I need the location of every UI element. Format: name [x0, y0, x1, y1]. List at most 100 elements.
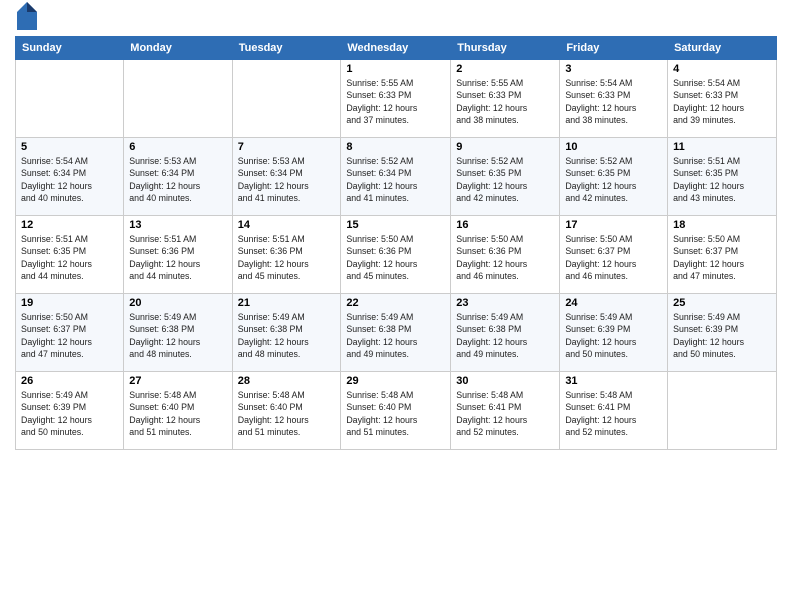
day-info: Sunrise: 5:52 AM Sunset: 6:35 PM Dayligh… — [565, 155, 662, 204]
day-number: 31 — [565, 375, 662, 387]
day-info: Sunrise: 5:55 AM Sunset: 6:33 PM Dayligh… — [346, 77, 445, 126]
calendar-header-thursday: Thursday — [451, 37, 560, 60]
day-number: 6 — [129, 141, 226, 153]
day-info: Sunrise: 5:48 AM Sunset: 6:40 PM Dayligh… — [129, 389, 226, 438]
day-number: 21 — [238, 297, 336, 309]
calendar-cell — [124, 60, 232, 138]
calendar-week-1: 1 Sunrise: 5:55 AM Sunset: 6:33 PM Daylig… — [16, 60, 777, 138]
calendar-cell: 30 Sunrise: 5:48 AM Sunset: 6:41 PM Dayli… — [451, 372, 560, 450]
calendar-cell: 24 Sunrise: 5:49 AM Sunset: 6:39 PM Dayli… — [560, 294, 668, 372]
logo-icon — [17, 2, 37, 30]
calendar-cell: 17 Sunrise: 5:50 AM Sunset: 6:37 PM Dayli… — [560, 216, 668, 294]
day-info: Sunrise: 5:51 AM Sunset: 6:35 PM Dayligh… — [21, 233, 118, 282]
calendar-cell: 1 Sunrise: 5:55 AM Sunset: 6:33 PM Daylig… — [341, 60, 451, 138]
day-info: Sunrise: 5:48 AM Sunset: 6:41 PM Dayligh… — [456, 389, 554, 438]
logo — [15, 10, 37, 30]
day-info: Sunrise: 5:55 AM Sunset: 6:33 PM Dayligh… — [456, 77, 554, 126]
calendar-cell: 5Sunrise: 5:54 AM Sunset: 6:34 PM Daylig… — [16, 138, 124, 216]
day-info: Sunrise: 5:52 AM Sunset: 6:34 PM Dayligh… — [346, 155, 445, 204]
calendar-cell: 29 Sunrise: 5:48 AM Sunset: 6:40 PM Dayli… — [341, 372, 451, 450]
calendar-header-wednesday: Wednesday — [341, 37, 451, 60]
calendar-week-2: 5Sunrise: 5:54 AM Sunset: 6:34 PM Daylig… — [16, 138, 777, 216]
calendar-cell: 14 Sunrise: 5:51 AM Sunset: 6:36 PM Dayli… — [232, 216, 341, 294]
calendar-cell: 9 Sunrise: 5:52 AM Sunset: 6:35 PM Daylig… — [451, 138, 560, 216]
day-number: 19 — [21, 297, 118, 309]
calendar-cell: 25 Sunrise: 5:49 AM Sunset: 6:39 PM Dayli… — [668, 294, 777, 372]
day-number: 23 — [456, 297, 554, 309]
day-number: 30 — [456, 375, 554, 387]
day-number: 11 — [673, 141, 771, 153]
day-info: Sunrise: 5:50 AM Sunset: 6:37 PM Dayligh… — [673, 233, 771, 282]
day-number: 24 — [565, 297, 662, 309]
day-info: Sunrise: 5:54 AM Sunset: 6:34 PM Dayligh… — [21, 155, 118, 204]
day-info: Sunrise: 5:49 AM Sunset: 6:38 PM Dayligh… — [456, 311, 554, 360]
day-number: 9 — [456, 141, 554, 153]
calendar-header-row: SundayMondayTuesdayWednesdayThursdayFrid… — [16, 37, 777, 60]
calendar-cell: 31Sunrise: 5:48 AM Sunset: 6:41 PM Dayli… — [560, 372, 668, 450]
day-info: Sunrise: 5:49 AM Sunset: 6:39 PM Dayligh… — [673, 311, 771, 360]
day-number: 16 — [456, 219, 554, 231]
day-number: 18 — [673, 219, 771, 231]
day-info: Sunrise: 5:49 AM Sunset: 6:38 PM Dayligh… — [346, 311, 445, 360]
day-number: 15 — [346, 219, 445, 231]
day-number: 17 — [565, 219, 662, 231]
header — [15, 10, 777, 30]
day-number: 26 — [21, 375, 118, 387]
day-number: 20 — [129, 297, 226, 309]
day-info: Sunrise: 5:50 AM Sunset: 6:36 PM Dayligh… — [346, 233, 445, 282]
day-info: Sunrise: 5:51 AM Sunset: 6:36 PM Dayligh… — [238, 233, 336, 282]
calendar-cell: 13Sunrise: 5:51 AM Sunset: 6:36 PM Dayli… — [124, 216, 232, 294]
day-info: Sunrise: 5:53 AM Sunset: 6:34 PM Dayligh… — [129, 155, 226, 204]
calendar-header-tuesday: Tuesday — [232, 37, 341, 60]
day-number: 1 — [346, 63, 445, 75]
calendar-cell: 16 Sunrise: 5:50 AM Sunset: 6:36 PM Dayli… — [451, 216, 560, 294]
calendar-cell: 6 Sunrise: 5:53 AM Sunset: 6:34 PM Daylig… — [124, 138, 232, 216]
day-number: 27 — [129, 375, 226, 387]
day-info: Sunrise: 5:50 AM Sunset: 6:36 PM Dayligh… — [456, 233, 554, 282]
day-info: Sunrise: 5:48 AM Sunset: 6:40 PM Dayligh… — [238, 389, 336, 438]
page: SundayMondayTuesdayWednesdayThursdayFrid… — [0, 0, 792, 612]
calendar-cell: 22 Sunrise: 5:49 AM Sunset: 6:38 PM Dayli… — [341, 294, 451, 372]
calendar-header-sunday: Sunday — [16, 37, 124, 60]
calendar-cell: 11 Sunrise: 5:51 AM Sunset: 6:35 PM Dayli… — [668, 138, 777, 216]
day-number: 3 — [565, 63, 662, 75]
day-info: Sunrise: 5:49 AM Sunset: 6:39 PM Dayligh… — [21, 389, 118, 438]
calendar-cell: 27 Sunrise: 5:48 AM Sunset: 6:40 PM Dayli… — [124, 372, 232, 450]
calendar-cell: 10 Sunrise: 5:52 AM Sunset: 6:35 PM Dayli… — [560, 138, 668, 216]
day-number: 2 — [456, 63, 554, 75]
day-number: 7 — [238, 141, 336, 153]
calendar-header-friday: Friday — [560, 37, 668, 60]
day-info: Sunrise: 5:50 AM Sunset: 6:37 PM Dayligh… — [565, 233, 662, 282]
day-info: Sunrise: 5:48 AM Sunset: 6:40 PM Dayligh… — [346, 389, 445, 438]
calendar-cell — [232, 60, 341, 138]
day-info: Sunrise: 5:54 AM Sunset: 6:33 PM Dayligh… — [673, 77, 771, 126]
day-info: Sunrise: 5:49 AM Sunset: 6:38 PM Dayligh… — [238, 311, 336, 360]
day-number: 25 — [673, 297, 771, 309]
day-number: 13 — [129, 219, 226, 231]
calendar-week-3: 12Sunrise: 5:51 AM Sunset: 6:35 PM Dayli… — [16, 216, 777, 294]
calendar-cell: 28 Sunrise: 5:48 AM Sunset: 6:40 PM Dayli… — [232, 372, 341, 450]
day-info: Sunrise: 5:49 AM Sunset: 6:38 PM Dayligh… — [129, 311, 226, 360]
calendar-header-monday: Monday — [124, 37, 232, 60]
calendar-cell: 21 Sunrise: 5:49 AM Sunset: 6:38 PM Dayli… — [232, 294, 341, 372]
day-number: 29 — [346, 375, 445, 387]
calendar-cell: 18 Sunrise: 5:50 AM Sunset: 6:37 PM Dayli… — [668, 216, 777, 294]
day-number: 14 — [238, 219, 336, 231]
day-info: Sunrise: 5:50 AM Sunset: 6:37 PM Dayligh… — [21, 311, 118, 360]
calendar-cell: 12Sunrise: 5:51 AM Sunset: 6:35 PM Dayli… — [16, 216, 124, 294]
calendar-cell: 19 Sunrise: 5:50 AM Sunset: 6:37 PM Dayli… — [16, 294, 124, 372]
day-number: 8 — [346, 141, 445, 153]
day-info: Sunrise: 5:53 AM Sunset: 6:34 PM Dayligh… — [238, 155, 336, 204]
day-info: Sunrise: 5:49 AM Sunset: 6:39 PM Dayligh… — [565, 311, 662, 360]
calendar-cell — [16, 60, 124, 138]
day-info: Sunrise: 5:51 AM Sunset: 6:35 PM Dayligh… — [673, 155, 771, 204]
calendar-cell: 8 Sunrise: 5:52 AM Sunset: 6:34 PM Daylig… — [341, 138, 451, 216]
calendar-cell — [668, 372, 777, 450]
day-number: 28 — [238, 375, 336, 387]
day-info: Sunrise: 5:52 AM Sunset: 6:35 PM Dayligh… — [456, 155, 554, 204]
day-number: 10 — [565, 141, 662, 153]
calendar-cell: 20 Sunrise: 5:49 AM Sunset: 6:38 PM Dayli… — [124, 294, 232, 372]
calendar-cell: 26 Sunrise: 5:49 AM Sunset: 6:39 PM Dayli… — [16, 372, 124, 450]
calendar-cell: 2 Sunrise: 5:55 AM Sunset: 6:33 PM Daylig… — [451, 60, 560, 138]
day-number: 22 — [346, 297, 445, 309]
